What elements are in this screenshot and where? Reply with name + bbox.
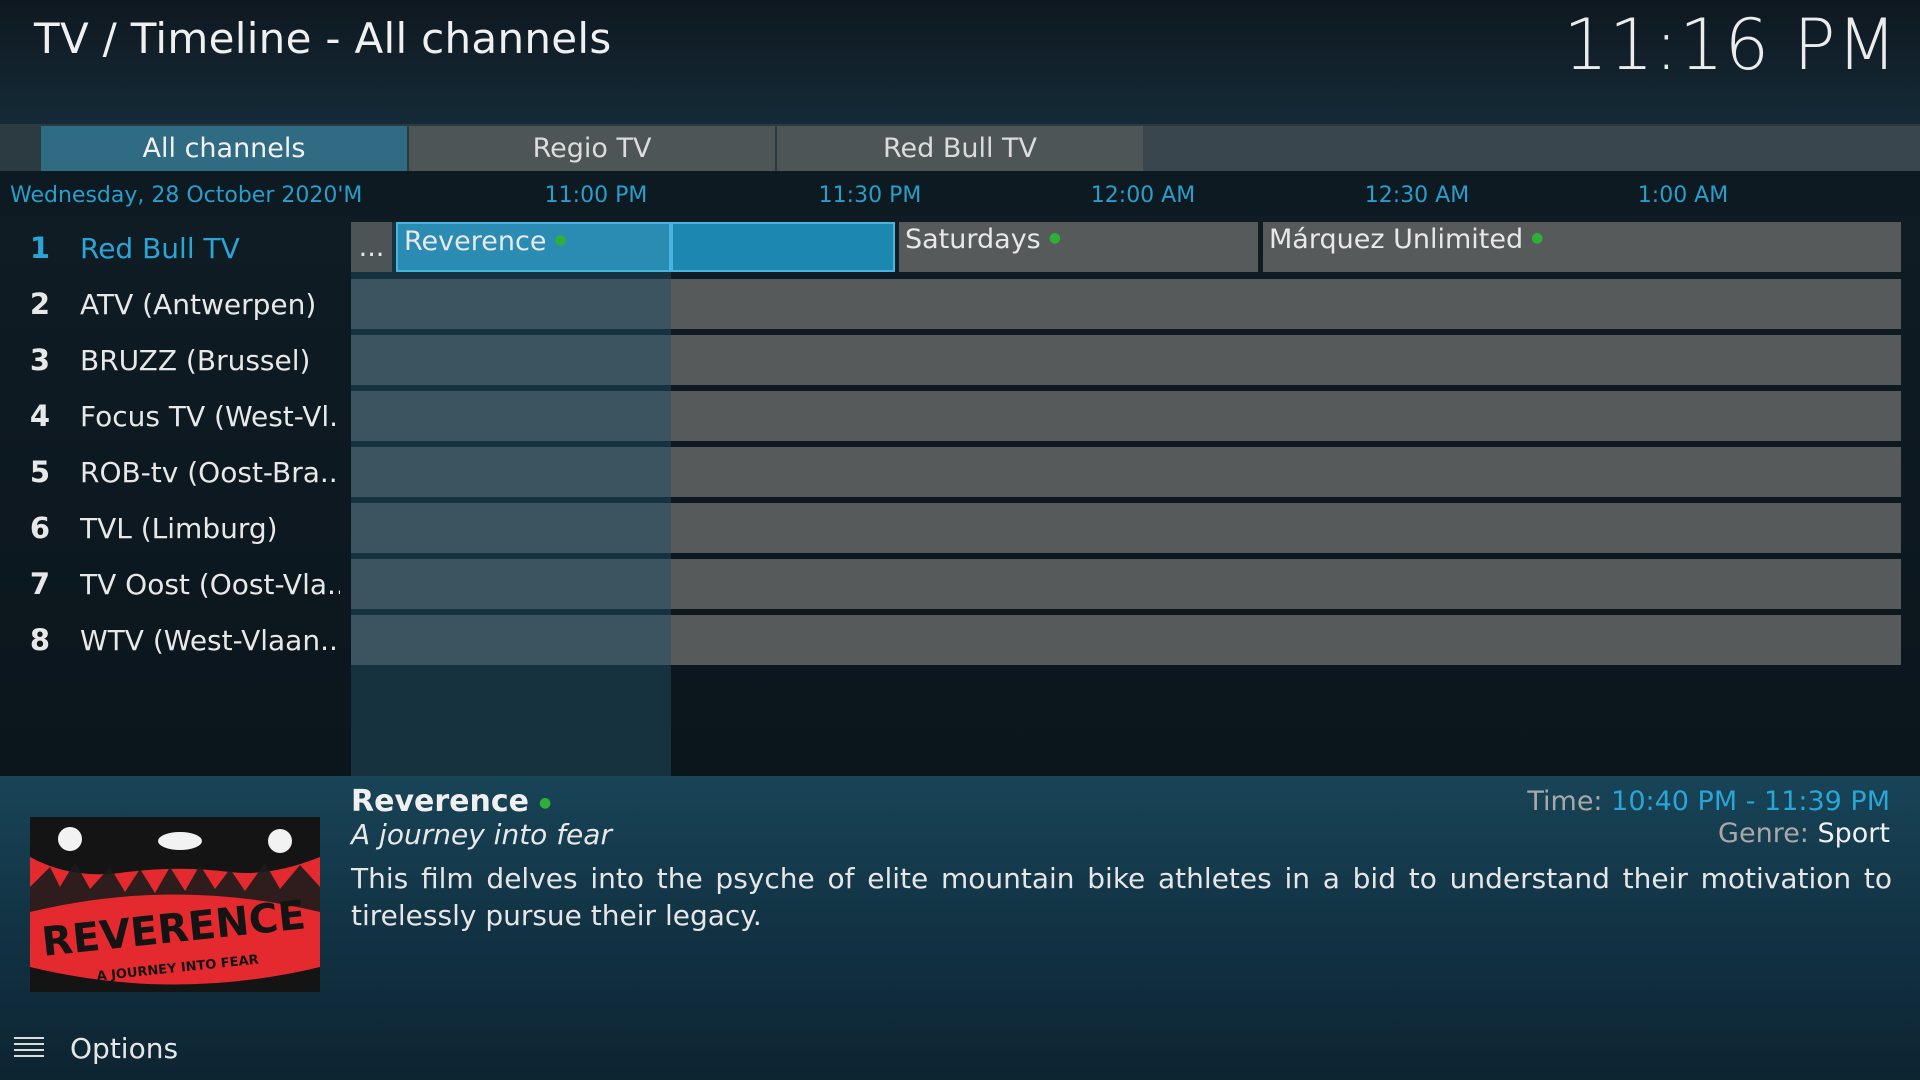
header: TV / Timeline - All channels 11:16 PM <box>0 0 1920 124</box>
tab-regio-tv[interactable]: Regio TV <box>409 126 775 171</box>
channel-name: Focus TV (West-Vl... <box>80 399 340 433</box>
genre-label: Genre: <box>1718 818 1809 849</box>
channel-number: 4 <box>29 399 51 433</box>
tab-all-channels[interactable]: All channels <box>41 126 407 171</box>
genre-value: Sport <box>1817 818 1890 849</box>
empty-programme-cell[interactable] <box>351 279 671 329</box>
channel-number: 7 <box>29 567 51 601</box>
channel-row[interactable]: 5 ROB-tv (Oost-Bra... <box>0 446 345 498</box>
airing-dot-icon: ● <box>554 232 567 248</box>
options-label: Options <box>70 1031 179 1065</box>
timeline-date: Wednesday, 28 October 2020'M <box>10 183 363 208</box>
empty-programme-cell[interactable] <box>351 335 671 385</box>
poster-artwork: REVERENCE A JOURNEY INTO FEAR <box>30 817 320 992</box>
programme-poster: REVERENCE A JOURNEY INTO FEAR <box>30 817 320 992</box>
empty-programme-cell[interactable] <box>671 391 1901 441</box>
programme-title: Reverence <box>404 226 547 257</box>
timeslot-label: 12:30 AM <box>1364 183 1470 208</box>
channel-number: 2 <box>29 287 51 321</box>
programme-title: Saturdays <box>905 224 1041 255</box>
timeslot-label: 11:30 PM <box>818 183 922 208</box>
channel-name: WTV (West-Vlaan... <box>80 623 340 657</box>
programme-time: Time: 10:40 PM - 11:39 PM <box>1527 786 1890 817</box>
channel-row[interactable]: 7 TV Oost (Oost-Vla... <box>0 558 345 610</box>
timeslot-label: 11:00 PM <box>544 183 648 208</box>
airing-dot-icon: ● <box>1048 230 1061 246</box>
menu-icon <box>14 1037 44 1059</box>
channel-number: 5 <box>29 455 51 489</box>
info-title-text: Reverence <box>351 784 529 819</box>
empty-programme-cell[interactable] <box>671 335 1901 385</box>
airing-dot-icon: ● <box>538 794 552 811</box>
empty-programme-cell[interactable] <box>351 559 671 609</box>
airing-dot-icon: ● <box>1531 230 1544 246</box>
channel-number: 8 <box>29 623 51 657</box>
channel-name: BRUZZ (Brussel) <box>80 343 311 377</box>
programme-title: Márquez Unlimited <box>1269 224 1524 255</box>
empty-programme-cell[interactable] <box>351 615 671 665</box>
programme-title: Reverence ● <box>351 784 551 819</box>
programme-cell[interactable]: Reverence ● <box>396 222 671 272</box>
time-label: Time: <box>1527 786 1603 817</box>
empty-programme-cell[interactable] <box>671 615 1901 665</box>
channel-number: 3 <box>29 343 51 377</box>
channel-number: 6 <box>29 511 51 545</box>
programme-cell[interactable]: Saturdays ● <box>899 222 1258 272</box>
programme-subtitle: A journey into fear <box>351 818 612 851</box>
channel-number: 1 <box>29 231 51 265</box>
channel-name: ATV (Antwerpen) <box>80 287 317 321</box>
empty-programme-cell[interactable] <box>351 391 671 441</box>
timeslot-label: 12:00 AM <box>1090 183 1196 208</box>
empty-programme-cell[interactable] <box>351 503 671 553</box>
channel-row[interactable]: 8 WTV (West-Vlaan... <box>0 614 345 666</box>
timeslot-label: 1:00 AM <box>1637 183 1729 208</box>
empty-programme-cell[interactable] <box>671 503 1901 553</box>
programme-cell-continuation[interactable] <box>671 222 895 272</box>
channel-name: Red Bull TV <box>80 231 240 265</box>
options-button[interactable]: Options <box>14 1028 178 1068</box>
channel-row[interactable]: 6 TVL (Limburg) <box>0 502 345 554</box>
empty-programme-cell[interactable] <box>671 279 1901 329</box>
channel-name: ROB-tv (Oost-Bra... <box>80 455 340 489</box>
empty-programme-cell[interactable] <box>351 447 671 497</box>
empty-programme-cell[interactable] <box>671 447 1901 497</box>
tab-red-bull-tv[interactable]: Red Bull TV <box>777 126 1143 171</box>
channel-row[interactable]: 2 ATV (Antwerpen) <box>0 278 345 330</box>
tab-bar-filler <box>1143 126 1920 171</box>
channel-row[interactable]: 3 BRUZZ (Brussel) <box>0 334 345 386</box>
programme-genre: Genre: Sport <box>1718 818 1890 849</box>
channel-row[interactable]: 1 Red Bull TV <box>0 222 345 274</box>
programme-description: This film delves into the psyche of elit… <box>351 862 1892 932</box>
time-value: 10:40 PM - 11:39 PM <box>1611 786 1890 817</box>
channel-row[interactable]: 4 Focus TV (West-Vl... <box>0 390 345 442</box>
channel-name: TV Oost (Oost-Vla... <box>80 567 340 601</box>
clock: 11:16 PM <box>1563 4 1898 86</box>
page-title: TV / Timeline - All channels <box>34 14 612 63</box>
empty-programme-cell[interactable] <box>671 559 1901 609</box>
channel-name: TVL (Limburg) <box>80 511 278 545</box>
programme-cell[interactable]: Márquez Unlimited ● <box>1263 222 1901 272</box>
tab-bar: All channels Regio TV Red Bull TV <box>0 124 1920 171</box>
earlier-programmes-button[interactable]: ... <box>351 222 392 272</box>
